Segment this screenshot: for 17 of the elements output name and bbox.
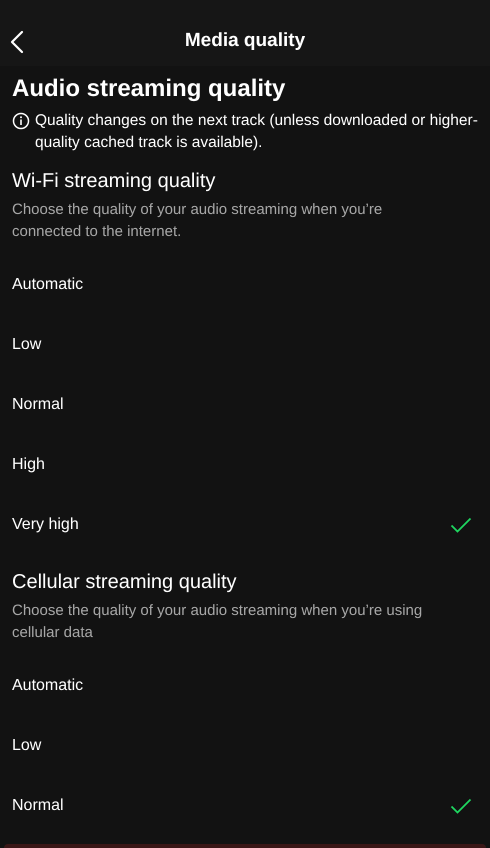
quality-option[interactable]: Automatic [12,656,478,716]
quality-option[interactable]: Very high [12,495,478,555]
info-text: Quality changes on the next track (unless downloaded or higher-quality cached track is available). [35,111,478,153]
page-title: Media quality [184,30,306,52]
section-heading: Audio streaming quality [12,74,286,104]
quality-option[interactable]: Low [12,315,478,375]
description-text: Choose the quality of your audio streaming when you’re connected to the internet. [12,200,384,242]
info-icon [12,112,30,130]
quality-option[interactable]: High [12,435,478,495]
subsection-title: Wi-Fi streaming quality [12,169,216,194]
subsection-title: Cellular streaming quality [12,570,238,595]
quality-option[interactable]: Normal [12,375,478,435]
quality-option[interactable]: Normal [12,776,478,836]
quality-option[interactable]: Automatic [12,255,478,315]
quality-option[interactable]: Low [12,716,478,776]
back-icon [10,30,24,54]
description-text: Choose the quality of your audio streaming when you’re using cellular data [12,601,424,643]
